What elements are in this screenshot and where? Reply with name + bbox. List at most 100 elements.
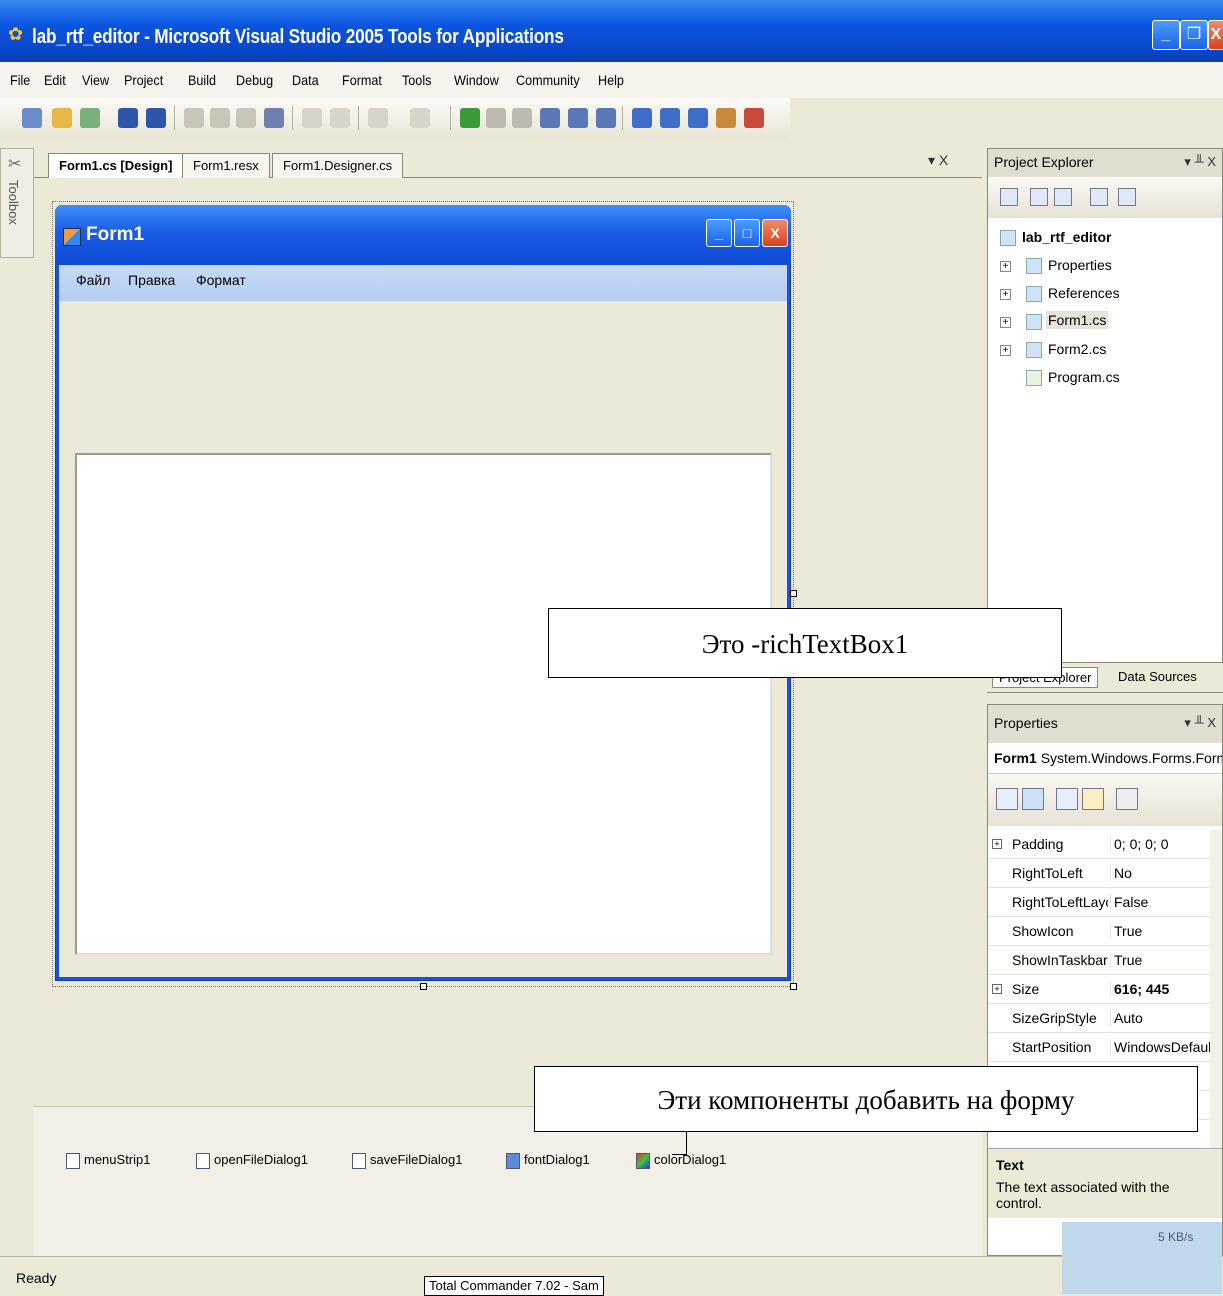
tree-expander[interactable]: + bbox=[1000, 345, 1011, 356]
menu-community[interactable]: Community bbox=[516, 72, 580, 88]
alphabetical-icon[interactable] bbox=[1022, 788, 1044, 810]
property-row[interactable]: RightToLeft No bbox=[988, 859, 1210, 888]
object-browser-icon[interactable] bbox=[688, 108, 708, 128]
undo-icon[interactable] bbox=[368, 108, 388, 128]
form1-menu-format[interactable]: Формат bbox=[196, 272, 246, 288]
add-item-icon[interactable] bbox=[80, 108, 100, 128]
menu-project[interactable]: Project bbox=[124, 72, 163, 88]
property-row[interactable]: SizeGripStyle Auto bbox=[988, 1004, 1210, 1033]
tab-data-sources[interactable]: Data Sources bbox=[1114, 667, 1201, 686]
new-project-icon[interactable] bbox=[22, 108, 42, 128]
pe-view-designer-icon[interactable] bbox=[1118, 188, 1136, 206]
menu-view[interactable]: View bbox=[82, 72, 109, 88]
pause-icon[interactable] bbox=[486, 108, 506, 128]
redo-icon[interactable] bbox=[410, 108, 430, 128]
paste-icon[interactable] bbox=[236, 108, 256, 128]
property-pages-icon[interactable] bbox=[1116, 788, 1138, 810]
step-over-icon[interactable] bbox=[568, 108, 588, 128]
pe-view-code-icon[interactable] bbox=[1090, 188, 1108, 206]
tray-openfiledialog[interactable]: openFileDialog1 bbox=[196, 1152, 308, 1169]
tray-menustrip[interactable]: menuStrip1 bbox=[66, 1152, 150, 1169]
tree-item-form2[interactable]: Form2.cs bbox=[1048, 341, 1106, 357]
other-windows-icon[interactable] bbox=[744, 108, 764, 128]
resize-handle[interactable] bbox=[790, 590, 797, 597]
menu-data[interactable]: Data bbox=[292, 72, 319, 88]
tree-project-root[interactable]: lab_rtf_editor bbox=[1022, 229, 1111, 245]
form1-title-bar[interactable] bbox=[55, 205, 791, 265]
save-icon[interactable] bbox=[118, 108, 138, 128]
uncomment-icon[interactable] bbox=[330, 108, 350, 128]
resize-handle[interactable] bbox=[420, 983, 427, 990]
step-into-icon[interactable] bbox=[540, 108, 560, 128]
property-value[interactable]: True bbox=[1110, 923, 1210, 939]
form1-maximize-button[interactable]: □ bbox=[734, 219, 760, 247]
property-value[interactable]: 616; 445 bbox=[1110, 981, 1210, 997]
property-grid-scrollbar[interactable] bbox=[1210, 830, 1222, 1148]
menu-format[interactable]: Format bbox=[342, 72, 382, 88]
form1-minimize-button[interactable]: _ bbox=[706, 219, 732, 247]
property-expander[interactable]: + bbox=[992, 984, 1002, 994]
tab-form1-resx[interactable]: Form1.resx bbox=[182, 153, 270, 178]
tray-savefiledialog[interactable]: saveFileDialog1 bbox=[352, 1152, 463, 1169]
property-value[interactable]: WindowsDefaultLocation bbox=[1110, 1039, 1210, 1055]
save-all-icon[interactable] bbox=[146, 108, 166, 128]
comment-icon[interactable] bbox=[302, 108, 322, 128]
property-expander[interactable]: + bbox=[992, 839, 1002, 849]
property-row[interactable]: RightToLeftLayoutFalse bbox=[988, 888, 1210, 917]
panel-pin-controls[interactable]: ▾ ╨ X bbox=[1184, 154, 1216, 170]
property-row[interactable]: ShowIcon True bbox=[988, 917, 1210, 946]
property-row[interactable]: + Padding 0; 0; 0; 0 bbox=[988, 830, 1210, 859]
form1-menu-edit[interactable]: Правка bbox=[128, 272, 175, 288]
resize-handle[interactable] bbox=[790, 983, 797, 990]
start-debug-icon[interactable] bbox=[460, 108, 480, 128]
form1-close-button[interactable]: X bbox=[762, 219, 788, 247]
property-value[interactable]: No bbox=[1110, 865, 1210, 881]
cut-icon[interactable] bbox=[184, 108, 204, 128]
solution-explorer-icon[interactable] bbox=[632, 108, 652, 128]
close-button[interactable]: X bbox=[1208, 20, 1223, 50]
tab-close-controls[interactable]: ▾ X bbox=[928, 152, 948, 169]
property-value[interactable]: False bbox=[1110, 894, 1210, 910]
menu-debug[interactable]: Debug bbox=[236, 72, 273, 88]
property-row[interactable]: ShowInTaskbar True bbox=[988, 946, 1210, 975]
property-value[interactable]: True bbox=[1110, 952, 1210, 968]
tree-expander[interactable]: + bbox=[1000, 289, 1011, 300]
stop-icon[interactable] bbox=[512, 108, 532, 128]
menu-build[interactable]: Build bbox=[188, 72, 216, 88]
tab-form1-design[interactable]: Form1.cs [Design] bbox=[48, 153, 184, 178]
minimize-button[interactable]: _ bbox=[1152, 20, 1180, 50]
restore-button[interactable]: ❐ bbox=[1180, 20, 1208, 50]
step-out-icon[interactable] bbox=[596, 108, 616, 128]
property-row[interactable]: + Size 616; 445 bbox=[988, 975, 1210, 1004]
pe-show-all-files-icon[interactable] bbox=[1030, 188, 1048, 206]
tree-item-references[interactable]: References bbox=[1048, 285, 1120, 301]
menu-edit[interactable]: Edit bbox=[44, 72, 66, 88]
pe-refresh-icon[interactable] bbox=[1054, 188, 1072, 206]
rich-text-box[interactable] bbox=[75, 453, 772, 955]
toolbox-icon[interactable] bbox=[716, 108, 736, 128]
menu-window[interactable]: Window bbox=[454, 72, 499, 88]
menu-help[interactable]: Help bbox=[598, 72, 624, 88]
categorized-icon[interactable] bbox=[996, 788, 1018, 810]
menu-file[interactable]: File bbox=[10, 72, 30, 88]
open-icon[interactable] bbox=[52, 108, 72, 128]
tree-item-properties[interactable]: Properties bbox=[1048, 257, 1112, 273]
tree-item-program[interactable]: Program.cs bbox=[1048, 369, 1120, 385]
tray-fontdialog[interactable]: fontDialog1 bbox=[506, 1152, 590, 1169]
tree-item-form1[interactable]: Form1.cs bbox=[1046, 311, 1109, 329]
panel-pin-controls[interactable]: ▾ ╨ X bbox=[1184, 715, 1216, 731]
properties-object-selector[interactable]: Form1 System.Windows.Forms.Form bbox=[988, 744, 1222, 774]
copy-icon[interactable] bbox=[210, 108, 230, 128]
events-icon[interactable] bbox=[1082, 788, 1104, 810]
form1-menu-file[interactable]: Файл bbox=[76, 272, 110, 288]
tab-form1-designer[interactable]: Form1.Designer.cs bbox=[272, 153, 404, 178]
pe-properties-icon[interactable] bbox=[1000, 188, 1018, 206]
tree-expander[interactable]: + bbox=[1000, 261, 1011, 272]
property-value[interactable]: 0; 0; 0; 0 bbox=[1110, 836, 1210, 852]
menu-tools[interactable]: Tools bbox=[402, 72, 431, 88]
properties-window-icon[interactable] bbox=[660, 108, 680, 128]
property-value[interactable]: Auto bbox=[1110, 1010, 1210, 1026]
property-row[interactable]: StartPosition WindowsDefaultLocation bbox=[988, 1033, 1210, 1062]
tree-expander[interactable]: + bbox=[1000, 317, 1011, 328]
properties-icon[interactable] bbox=[1056, 788, 1078, 810]
